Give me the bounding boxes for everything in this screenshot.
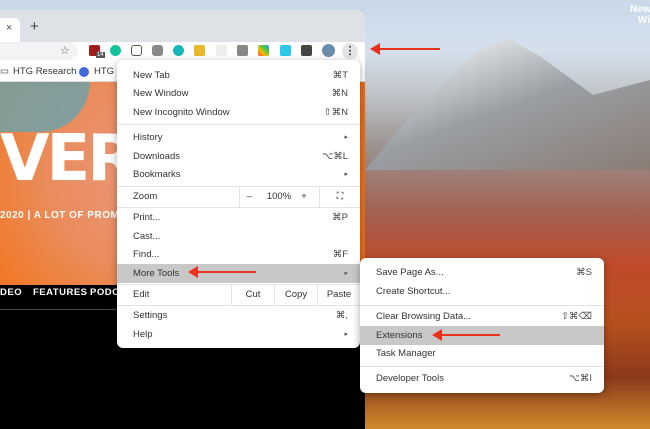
extension-count: 14 [96, 52, 105, 58]
submenu-item-clear-browsing-data[interactable]: Clear Browsing Data... ⇧⌘⌫ [360, 307, 604, 326]
label: Downloads [133, 151, 180, 162]
pocket-icon[interactable] [131, 45, 142, 56]
chevron-right-icon: ▸ [344, 331, 348, 338]
separator [117, 124, 360, 125]
label: More Tools [133, 268, 180, 279]
extension-m-icon[interactable] [173, 45, 184, 56]
bookmark-favicon-icon [79, 67, 89, 77]
label: New Window [133, 88, 189, 99]
menu-item-history[interactable]: History ▸ [117, 128, 360, 147]
label: Developer Tools [376, 373, 444, 384]
label: Clear Browsing Data... [376, 311, 472, 322]
desktop-icon-label[interactable]: New Wi [630, 4, 650, 26]
menu-item-bookmarks[interactable]: Bookmarks ▸ [117, 165, 360, 184]
annotation-arrow-icon [188, 266, 256, 278]
shortcut: ⌘N [331, 88, 348, 99]
bookmark-htg[interactable]: HTG [94, 66, 114, 77]
label: Find... [133, 249, 160, 260]
shortcut: ⌘S [576, 267, 592, 278]
menu-item-new-tab[interactable]: New Tab ⌘T [117, 66, 360, 85]
menu-kebab-icon[interactable]: ⋮ [342, 43, 358, 59]
bookmark-star-icon[interactable]: ☆ [60, 44, 70, 57]
label: New Incognito Window [133, 107, 230, 118]
chevron-right-icon: ▸ [344, 270, 348, 277]
menu-item-new-window[interactable]: New Window ⌘N [117, 84, 360, 103]
shortcut: ⌥⌘L [322, 151, 348, 162]
extension-icon[interactable] [152, 45, 163, 56]
annotation-arrow-icon [370, 43, 440, 55]
submenu-item-developer-tools[interactable]: Developer Tools ⌥⌘I [360, 369, 604, 388]
puzzle-icon[interactable] [301, 45, 312, 56]
new-tab-button[interactable]: + [30, 18, 39, 35]
label: Settings [133, 310, 168, 321]
label: Bookmarks [133, 169, 181, 180]
extension-icon[interactable] [258, 45, 269, 56]
chrome-main-menu: New Tab ⌘T New Window ⌘N New Incognito Win… [117, 60, 360, 348]
paste-button[interactable]: Paste [317, 285, 360, 305]
separator [360, 305, 604, 306]
hero-text: VER [0, 122, 137, 196]
menu-item-help[interactable]: Help ▸ [117, 325, 360, 344]
edit-row: Edit Cut Copy Paste [117, 285, 360, 305]
shortcut: ⌘F [332, 249, 348, 260]
menu-item-settings[interactable]: Settings ⌘, [117, 306, 360, 325]
shortcut: ⌘T [332, 70, 348, 81]
zoom-row: Zoom – 100% + ⛶ [117, 187, 360, 207]
submenu-item-save-page[interactable]: Save Page As... ⌘S [360, 263, 604, 282]
filter-icon[interactable] [280, 45, 291, 56]
label: Zoom [133, 191, 158, 202]
shortcut: ⌥⌘I [568, 373, 592, 384]
label: History [133, 132, 163, 143]
menu-item-find[interactable]: Find... ⌘F [117, 245, 360, 264]
tab-active[interactable]: × [0, 18, 20, 42]
zoom-out-button[interactable]: – [239, 187, 259, 207]
shortcut: ⇧⌘⌫ [561, 311, 592, 322]
label: Edit [133, 289, 150, 300]
menu-item-cast[interactable]: Cast... [117, 227, 360, 246]
fullscreen-icon[interactable]: ⛶ [319, 187, 360, 207]
broom-icon[interactable] [194, 45, 205, 56]
more-tools-submenu: Save Page As... ⌘S Create Shortcut... Cle… [360, 258, 604, 393]
submenu-item-task-manager[interactable]: Task Manager [360, 344, 604, 363]
menu-item-downloads[interactable]: Downloads ⌥⌘L [117, 147, 360, 166]
zoom-level: 100% [266, 191, 292, 202]
label: New Tab [133, 70, 170, 81]
tab-strip: × + [0, 10, 365, 42]
menu-item-new-incognito[interactable]: New Incognito Window ⇧⌘N [117, 103, 360, 122]
shortcut: ⌘, [335, 310, 348, 321]
nav-features[interactable]: FEATURES [33, 287, 88, 298]
shortcut: ⌘P [332, 212, 348, 223]
label: Create Shortcut... [376, 286, 451, 297]
nav-video[interactable]: DEO [0, 287, 22, 298]
toolbar: ☆ 14 ⋮ [0, 42, 365, 62]
menu-item-more-tools[interactable]: More Tools ▸ [117, 264, 360, 283]
label: Extensions [376, 330, 423, 341]
label: Print... [133, 212, 161, 223]
label: Task Manager [376, 348, 436, 359]
chevron-right-icon: ▸ [344, 134, 348, 141]
extension-icon[interactable] [237, 45, 248, 56]
extension-icon[interactable] [216, 45, 227, 56]
zoom-in-button[interactable]: + [295, 187, 313, 207]
tab-close-icon[interactable]: × [6, 22, 12, 34]
avatar[interactable] [322, 44, 335, 57]
annotation-arrow-icon [432, 329, 500, 341]
chevron-right-icon: ▸ [344, 171, 348, 178]
label: Save Page As... [376, 267, 444, 278]
label: Cast... [133, 231, 161, 242]
mountain [365, 38, 650, 170]
submenu-item-create-shortcut[interactable]: Create Shortcut... [360, 282, 604, 301]
shortcut: ⇧⌘N [323, 107, 348, 118]
grammarly-icon[interactable] [110, 45, 121, 56]
separator [360, 366, 604, 367]
menu-item-print[interactable]: Print... ⌘P [117, 208, 360, 227]
bookmark-htg-research[interactable]: HTG Research [13, 66, 76, 77]
cut-button[interactable]: Cut [231, 285, 274, 305]
copy-button[interactable]: Copy [274, 285, 317, 305]
folder-icon: ▭ [0, 66, 9, 77]
label: Help [133, 329, 153, 340]
